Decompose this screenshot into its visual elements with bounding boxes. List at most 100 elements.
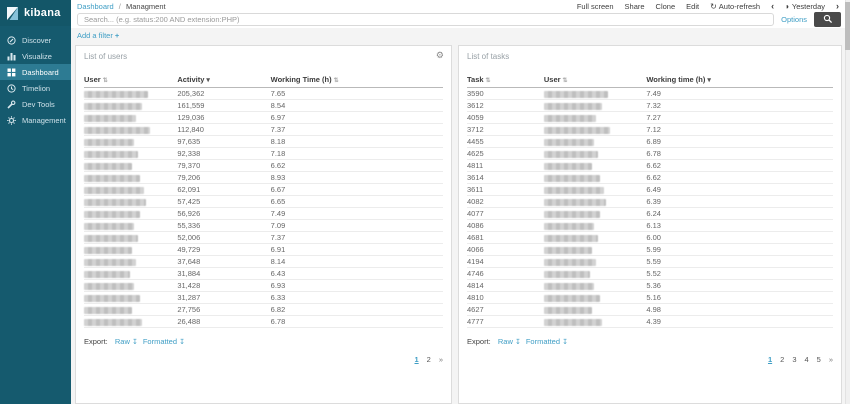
vertical-scrollbar[interactable] <box>845 0 850 404</box>
redacted-user-value <box>84 319 142 326</box>
pagination-page-5[interactable]: 5 <box>817 355 821 364</box>
table-row: 40597.27 <box>467 112 833 124</box>
download-icon: ↧ <box>562 339 568 346</box>
sidebar-item-visualize[interactable]: Visualize <box>0 48 71 64</box>
table-cell <box>544 244 646 256</box>
time-prev-button chevron-left-icon[interactable]: ‹ <box>771 1 774 11</box>
time-picker-button[interactable]: ◗ Yesterday <box>785 2 825 11</box>
table-cell: 4077 <box>467 208 544 220</box>
menu-item-label: Edit <box>686 2 699 11</box>
table-cell <box>84 136 177 148</box>
scrollbar-thumb[interactable] <box>845 2 850 50</box>
menu-edit[interactable]: Edit <box>686 2 699 11</box>
table-cell: 4681 <box>467 232 544 244</box>
table-cell <box>84 208 177 220</box>
redacted-user-value <box>544 283 594 290</box>
add-filter-link[interactable]: Add a filter+ <box>77 31 119 40</box>
table-row: 31,2876.33 <box>84 292 443 304</box>
search-input[interactable] <box>77 13 774 26</box>
table-row: 129,0366.97 <box>84 112 443 124</box>
table-cell: 7.49 <box>271 208 443 220</box>
table-row: 44556.89 <box>467 136 833 148</box>
options-link[interactable]: Options <box>781 15 807 24</box>
column-header-user[interactable]: User⇅ <box>544 73 646 88</box>
pagination-page-2[interactable]: 2 <box>780 355 784 364</box>
column-header-task[interactable]: Task⇅ <box>467 73 544 88</box>
redacted-user-value <box>544 91 608 98</box>
redacted-user-value <box>544 187 604 194</box>
sidebar-nav: DiscoverVisualizeDashboardTimelionDev To… <box>0 32 71 128</box>
table-header-row: Task⇅User⇅Working time (h)▾ <box>467 73 833 88</box>
sidebar-item-dev-tools[interactable]: Dev Tools <box>0 96 71 112</box>
menu-full-screen[interactable]: Full screen <box>577 2 614 11</box>
sidebar-item-label: Management <box>22 116 66 125</box>
table-cell: 4066 <box>467 244 544 256</box>
table-cell: 6.78 <box>646 148 833 160</box>
breadcrumb-dashboard-link[interactable]: Dashboard <box>77 2 114 11</box>
export-row: Export: Raw ↧ Formatted ↧ <box>84 337 443 346</box>
table-cell: 6.93 <box>271 280 443 292</box>
table-row: 48105.16 <box>467 292 833 304</box>
table-cell <box>544 268 646 280</box>
redacted-user-value <box>544 103 602 110</box>
panel-options-gear-icon[interactable]: ⚙ <box>436 50 444 61</box>
pagination-page-1[interactable]: 1 <box>414 355 418 364</box>
pagination-next-button[interactable]: » <box>829 355 833 364</box>
column-header-activity[interactable]: Activity▾ <box>177 73 270 88</box>
redacted-user-value <box>544 115 596 122</box>
search-button[interactable] <box>814 12 841 27</box>
tasks-table-body: 35907.4936127.3240597.2737127.1244556.89… <box>467 88 833 328</box>
pagination-page-1[interactable]: 1 <box>768 355 772 364</box>
export-label: Export: <box>84 337 108 346</box>
table-cell: 3612 <box>467 100 544 112</box>
column-header-working-time-h-[interactable]: Working time (h)▾ <box>646 73 833 88</box>
table-row: 41945.59 <box>467 256 833 268</box>
pagination-page-3[interactable]: 3 <box>792 355 796 364</box>
plus-icon: + <box>115 31 119 40</box>
app-name: kibana <box>24 7 61 19</box>
table-row: 46816.00 <box>467 232 833 244</box>
table-row: 40826.39 <box>467 196 833 208</box>
table-cell: 6.65 <box>271 196 443 208</box>
pagination-page-2[interactable]: 2 <box>427 355 431 364</box>
sidebar-item-timelion[interactable]: Timelion <box>0 80 71 96</box>
menu-clone[interactable]: Clone <box>656 2 676 11</box>
menu-share[interactable]: Share <box>625 2 645 11</box>
redacted-user-value <box>84 127 150 134</box>
redacted-user-value <box>544 295 600 302</box>
table-cell <box>84 172 177 184</box>
table-cell <box>544 292 646 304</box>
table-cell: 5.16 <box>646 292 833 304</box>
kibana-logo[interactable]: kibana <box>0 0 71 26</box>
column-header-user[interactable]: User⇅ <box>84 73 177 88</box>
sort-both-icon: ⇅ <box>103 78 108 84</box>
redacted-user-value <box>84 259 136 266</box>
table-cell <box>84 100 177 112</box>
table-row: 48145.36 <box>467 280 833 292</box>
menu-item-label: Auto-refresh <box>719 2 760 11</box>
redacted-user-value <box>544 307 592 314</box>
redacted-user-value <box>84 247 132 254</box>
table-cell: 4625 <box>467 148 544 160</box>
menu-auto-refresh[interactable]: ↻Auto-refresh <box>710 2 760 11</box>
redacted-user-value <box>84 223 134 230</box>
time-next-button chevron-right-icon[interactable]: › <box>836 1 839 11</box>
sort-desc-icon: ▾ <box>707 77 711 84</box>
pagination-next-button[interactable]: » <box>439 355 443 364</box>
export-raw-link[interactable]: Raw ↧ <box>498 337 521 346</box>
table-row: 26,4886.78 <box>84 316 443 328</box>
export-raw-link[interactable]: Raw ↧ <box>115 337 138 346</box>
table-cell: 62,091 <box>177 184 270 196</box>
redacted-user-value <box>84 211 140 218</box>
sidebar-item-dashboard[interactable]: Dashboard <box>0 64 71 80</box>
pagination-page-4[interactable]: 4 <box>804 355 808 364</box>
redacted-user-value <box>84 283 134 290</box>
table-cell <box>544 316 646 328</box>
table-row: 35907.49 <box>467 88 833 100</box>
sidebar-item-discover[interactable]: Discover <box>0 32 71 48</box>
sidebar-item-management[interactable]: Management <box>0 112 71 128</box>
column-header-working-time-h-[interactable]: Working Time (h)⇅ <box>271 73 443 88</box>
table-cell: 8.14 <box>271 256 443 268</box>
export-formatted-link[interactable]: Formatted ↧ <box>143 337 185 346</box>
export-formatted-link[interactable]: Formatted ↧ <box>526 337 568 346</box>
